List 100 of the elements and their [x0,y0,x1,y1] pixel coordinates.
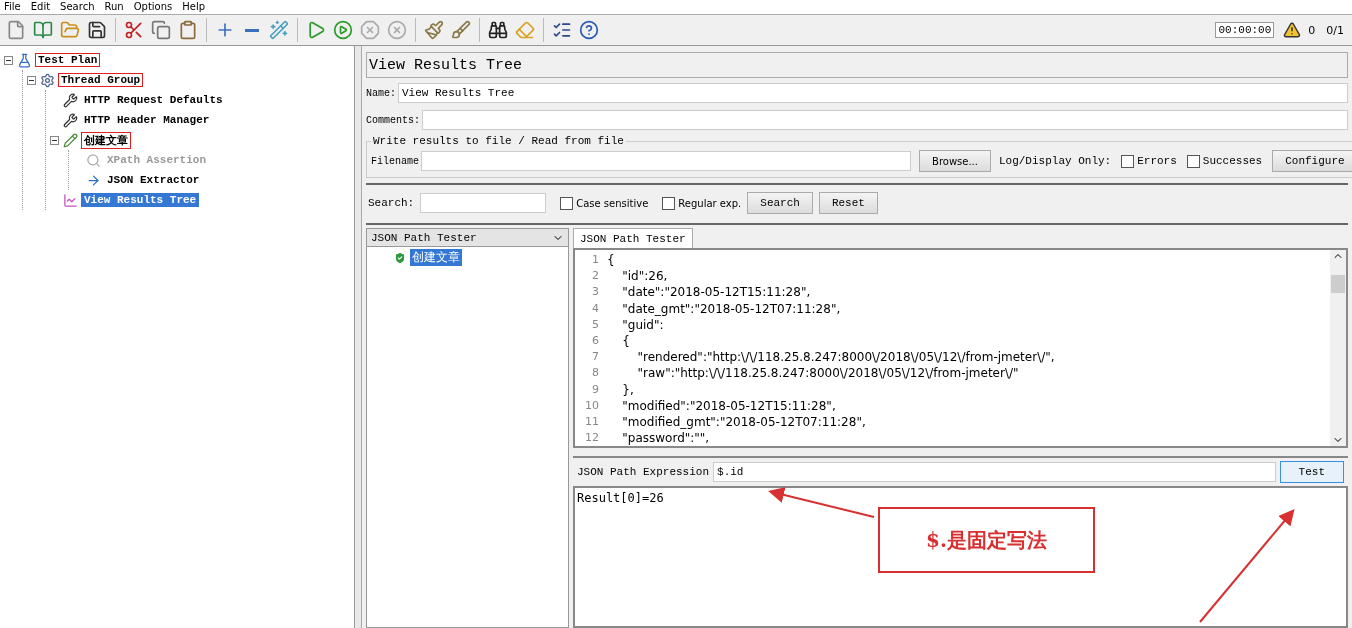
pencil-icon [63,132,78,148]
menu-item[interactable]: Options [133,1,173,13]
tree-item[interactable]: HTTP Header Manager [81,113,213,127]
code-line: "modified":"2018-05-12T15:11:28", [621,397,837,415]
test-button[interactable]: Test [1279,461,1344,483]
help-button[interactable] [577,18,601,42]
book-icon [33,20,53,40]
annotation-callout: $.是固定写法 [878,507,1095,573]
menu-item[interactable]: Edit [30,1,51,13]
checkbox-label: Successes [1202,155,1263,167]
tree-item[interactable]: HTTP Request Defaults [81,93,226,107]
stop-button[interactable] [358,18,382,42]
search-field[interactable] [420,193,547,213]
group-title: Write results to file / Read from file [372,135,625,147]
help-icon [579,20,599,40]
line-number: 2 [591,268,599,285]
checkbox-label: Errors [1137,155,1177,167]
tab[interactable]: JSON Path Tester [573,228,693,248]
field-label: JSON Path Expression [577,466,710,478]
checkbox[interactable] [1186,154,1200,168]
result-text: Result[0]=26 [577,491,664,505]
broom-button[interactable] [422,18,446,42]
code-line: "raw":"http:\/\/118.25.8.247:8000\/2018\/05\/12\/from-jmeter\/" [636,365,1020,382]
code-line: "rendered":"http:\/\/118.25.8.247:8000\/2018\/05\/12\/from-jmeter\/", [636,349,1056,366]
search-button[interactable]: Search [747,192,813,214]
panel-title: View Results Tree [366,52,1348,78]
line-number: 12 [584,430,599,447]
scrollbar[interactable] [1330,250,1346,446]
checkbox[interactable] [560,196,574,210]
configure-button[interactable]: Configure [1272,150,1352,172]
paste-icon [178,20,198,40]
code-line: "date_gmt":"2018-05-12T07:11:28", [621,300,842,317]
chart-icon [63,192,78,208]
menu-item[interactable]: Help [182,1,206,13]
checkbox-label: Case sensitive [576,197,649,209]
tree-item[interactable]: View Results Tree [81,193,200,207]
line-number: 4 [591,300,599,317]
broom-icon [424,20,444,40]
close-circle-button[interactable] [385,18,409,42]
code-line: { [621,333,631,350]
menu-item[interactable]: Run [104,1,124,13]
collapse-toggle[interactable] [4,55,13,65]
copy-button[interactable] [149,18,173,42]
field-label: Filename [371,155,419,167]
new-file-icon [6,20,26,40]
elapsed-timer: 00:00:00 [1215,22,1275,38]
browse-button[interactable]: Browse... [919,150,991,172]
code-line: "id":26, [621,268,669,285]
checkbox[interactable] [1121,154,1135,168]
collapse-toggle[interactable] [50,135,59,145]
field-label: Name: [366,87,396,99]
gear-icon [40,72,55,88]
tree-item[interactable]: Thread Group [58,73,144,87]
play-circle-icon [333,20,353,40]
tree-item[interactable]: JSON Extractor [104,173,203,187]
code-line: { [607,252,616,269]
cut-icon [124,20,144,40]
stop-icon [360,20,380,40]
field-label: Log/Display Only: [998,155,1112,167]
tree-item[interactable]: Test Plan [35,53,101,67]
expression-field[interactable]: $.id [713,462,1276,482]
magnifier-icon [86,152,101,168]
wand-icon [269,20,289,40]
close-circle-icon [387,20,407,40]
result-item[interactable]: 创建文章 [410,249,462,266]
renderer-dropdown[interactable]: JSON Path Tester [367,229,568,247]
line-number: 1 [591,252,599,268]
line-number: 10 [584,397,599,414]
reset-button[interactable]: Reset [818,192,878,214]
line-number: 6 [591,333,599,349]
shield-check-icon [393,250,407,265]
list-icon [552,20,572,40]
menu-item[interactable]: File [4,1,21,13]
minus-icon [245,28,259,32]
warning-count: 0 [1308,23,1316,37]
checkbox[interactable] [662,196,676,210]
arrow-icon [86,172,101,188]
code-line: "modified_gmt":"2018-05-12T07:11:28", [621,414,867,431]
checkbox-label: Regular exp. [678,197,742,209]
scrollbar-thumb[interactable] [1331,275,1345,293]
wand-button[interactable] [267,18,291,42]
eraser-icon [515,20,535,40]
copy-icon [151,20,171,40]
binoculars-icon [488,20,508,40]
play-circle-button[interactable] [331,18,355,42]
code-line: "password":"", [621,430,711,446]
brush-icon [451,20,471,40]
collapse-toggle[interactable] [27,75,36,85]
tree-item[interactable]: 创建文章 [81,131,131,149]
name-field[interactable]: View Results Tree [398,83,1348,103]
line-number: 3 [591,284,599,301]
splitter[interactable] [355,46,362,628]
line-number: 5 [591,316,599,333]
flask-icon [17,52,32,68]
line-number: 9 [591,381,599,398]
filename-field[interactable] [421,151,911,171]
code-line: "guid": [621,316,665,333]
save-icon [87,20,107,40]
menu-item[interactable]: Search [60,1,95,13]
comments-field[interactable] [422,110,1348,130]
